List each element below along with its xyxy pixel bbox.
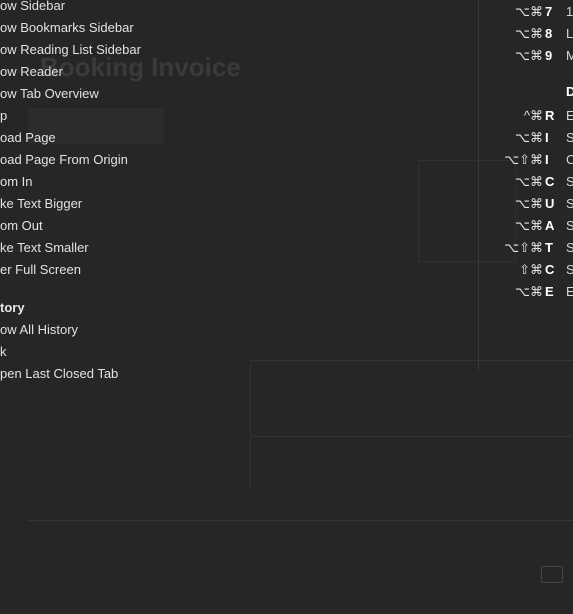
shortcut-modifiers: ⇧⌘ [519, 262, 543, 277]
menu-item-reload-page-from-origin[interactable]: oad Page From Origin [0, 149, 128, 171]
background-divider [250, 436, 573, 437]
shortcut-row[interactable]: ⌥⌘ U S [479, 193, 573, 215]
background-divider [250, 360, 573, 361]
menu-item-zoom-out[interactable]: om Out [0, 215, 43, 237]
shortcut-key: 9 [545, 48, 553, 63]
shortcut-modifiers: ⌥⇧⌘ [504, 152, 543, 167]
shortcut-row[interactable]: ⌥⌘ 7 1 [479, 1, 573, 23]
shortcut-modifiers: ⌥⌘ [515, 26, 543, 41]
shortcut-row[interactable]: ⌥⌘ I S [479, 127, 573, 149]
menu-item-zoom-in[interactable]: om In [0, 171, 33, 193]
shortcut-label: S [566, 174, 573, 189]
shortcut-row[interactable]: ⌥⌘ 8 L [479, 23, 573, 45]
shortcut-row[interactable]: ⌥⌘ 9 M [479, 45, 573, 67]
shortcut-label: M [566, 48, 573, 63]
shortcut-label: S [566, 130, 573, 145]
shortcut-modifiers: ^⌘ [523, 108, 543, 123]
menu-item-enter-full-screen[interactable]: er Full Screen [0, 259, 81, 281]
shortcut-modifiers: ⌥⌘ [515, 4, 543, 19]
menu-item-show-tab-overview[interactable]: ow Tab Overview [0, 83, 99, 105]
menu-item-show-bookmarks-sidebar[interactable]: ow Bookmarks Sidebar [0, 17, 134, 39]
shortcut-label: C [566, 152, 573, 167]
shortcut-key: E [545, 284, 554, 299]
shortcut-key: A [545, 218, 555, 233]
menu-item-make-text-bigger[interactable]: ke Text Bigger [0, 193, 82, 215]
shortcut-row[interactable]: ⇧⌘ C S [479, 259, 573, 281]
shortcut-key: 7 [545, 4, 553, 19]
shortcut-modifiers: ⌥⇧⌘ [504, 240, 543, 255]
shortcut-key: T [545, 240, 553, 255]
menu-item-stop[interactable]: p [0, 105, 7, 127]
shortcut-label: 1 [566, 4, 573, 19]
shortcut-key: R [545, 108, 555, 123]
shortcut-key: C [545, 174, 555, 189]
shortcut-key: U [545, 196, 555, 211]
shortcut-label: S [566, 240, 573, 255]
shortcut-modifiers: ⌥⌘ [515, 130, 543, 145]
shortcut-label: E [566, 284, 573, 299]
shortcut-modifiers: ⌥⌘ [515, 218, 543, 233]
shortcut-label: S [566, 196, 573, 211]
shortcut-key: C [545, 262, 555, 277]
menu-item-show-reader[interactable]: ow Reader [0, 61, 63, 83]
menu-item-reopen-last-closed-tab[interactable]: pen Last Closed Tab [0, 363, 118, 385]
shortcut-key: 8 [545, 26, 553, 41]
shortcut-modifiers: ⌥⌘ [515, 284, 543, 299]
background-divider [250, 360, 251, 488]
menu-item-reload-page[interactable]: oad Page [0, 127, 56, 149]
shortcut-modifiers: ⌥⌘ [515, 174, 543, 189]
shortcut-row[interactable]: ⌥⌘ A S [479, 215, 573, 237]
shortcut-key: I [545, 152, 549, 167]
shortcut-row[interactable]: ^⌘ R E [479, 105, 573, 127]
menu-item-make-text-smaller[interactable]: ke Text Smaller [0, 237, 89, 259]
shortcut-modifiers: ⌥⌘ [515, 48, 543, 63]
menu-item-show-reading-list-sidebar[interactable]: ow Reading List Sidebar [0, 39, 141, 61]
screen: Booking Invoice ow Sidebar ow Bookmarks … [0, 0, 573, 614]
background-divider [28, 520, 573, 521]
shortcut-label: L [566, 26, 573, 41]
shortcut-label: S [566, 262, 573, 277]
menu-item-back[interactable]: k [0, 341, 7, 363]
develop-section-header: D [566, 84, 573, 99]
shortcut-label: S [566, 218, 573, 233]
history-section-header: tory [0, 300, 25, 315]
shortcut-row[interactable]: ⌥⇧⌘ I C [479, 149, 573, 171]
shortcut-row[interactable]: ⌥⇧⌘ T S [479, 237, 573, 259]
shortcut-row[interactable]: ⌥⌘ C S [479, 171, 573, 193]
menu-item-show-all-history[interactable]: ow All History [0, 319, 78, 341]
keyboard-icon [541, 566, 563, 583]
menu-item-show-sidebar[interactable]: ow Sidebar [0, 0, 65, 17]
shortcut-row[interactable]: ⌥⌘ E E [479, 281, 573, 303]
shortcut-modifiers: ⌥⌘ [515, 196, 543, 211]
shortcut-key: I [545, 130, 549, 145]
shortcut-label: E [566, 108, 573, 123]
